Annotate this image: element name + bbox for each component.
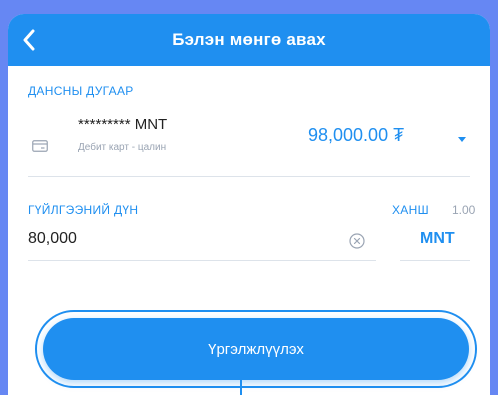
account-label: ДАНСНЫ ДУГААР: [28, 84, 134, 98]
card-icon: [32, 140, 48, 152]
chevron-left-icon: [23, 29, 35, 51]
amount-label: ГҮЙЛГЭЭНИЙ ДҮН: [28, 203, 139, 217]
page-title: Бэлэн мөнгө авах: [172, 30, 326, 49]
app-frame: Бэлэн мөнгө авах ДАНСНЫ ДУГААР *********…: [0, 0, 498, 395]
back-button[interactable]: [14, 24, 44, 56]
caret-down-icon[interactable]: [456, 134, 468, 144]
account-divider: [28, 176, 470, 177]
withdraw-card: Бэлэн мөнгө авах ДАНСНЫ ДУГААР *********…: [8, 14, 490, 395]
header-bar: Бэлэн мөнгө авах: [8, 14, 490, 66]
currency-divider: [400, 260, 470, 261]
account-type: Дебит карт - цалин: [78, 142, 167, 153]
continue-button[interactable]: Үргэлжлүүлэх: [43, 318, 469, 380]
currency-selector[interactable]: MNT: [420, 230, 455, 248]
amount-input[interactable]: 80,000: [28, 230, 77, 248]
amount-divider: [28, 260, 376, 261]
highlight-connector: [240, 376, 242, 395]
account-number: ********* MNT: [78, 116, 168, 133]
rate-label: ХАНШ: [392, 203, 429, 217]
rate-value: 1.00: [452, 203, 476, 217]
account-balance: 98,000.00 ₮: [308, 125, 405, 145]
clear-icon[interactable]: [348, 232, 366, 250]
